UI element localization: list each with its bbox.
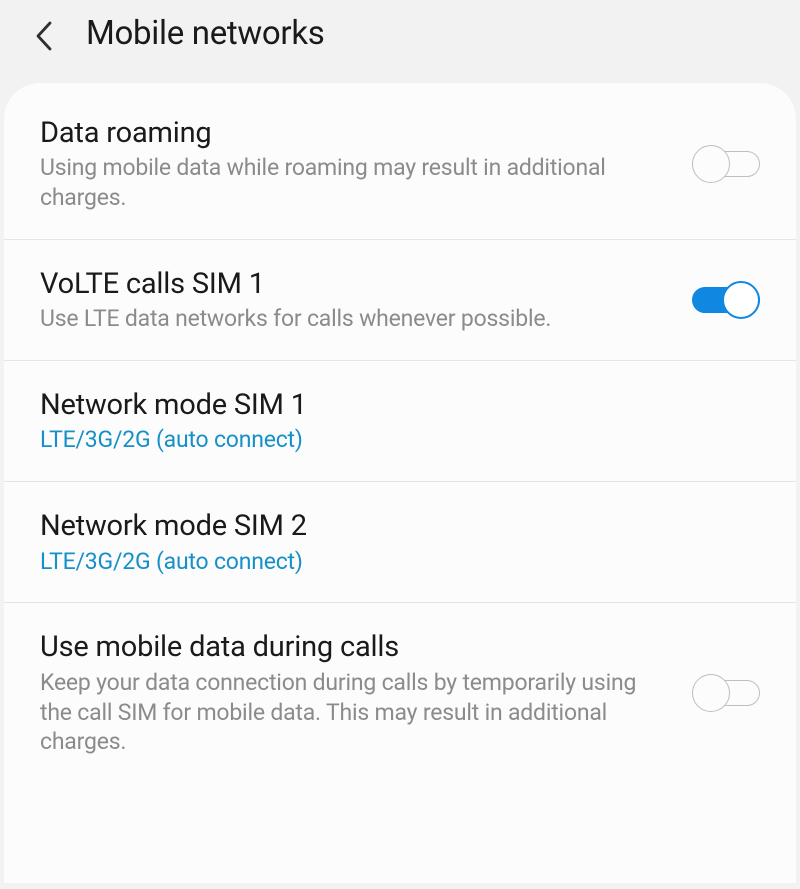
row-text: Use mobile data during calls Keep your d… xyxy=(40,629,672,757)
row-value: LTE/3G/2G (auto connect) xyxy=(40,425,760,455)
row-desc: Keep your data connection during calls b… xyxy=(40,668,672,758)
row-text: Network mode SIM 1 LTE/3G/2G (auto conne… xyxy=(40,387,760,455)
row-network-mode-sim1[interactable]: Network mode SIM 1 LTE/3G/2G (auto conne… xyxy=(4,361,796,482)
toggle-mobile-data-during-calls[interactable] xyxy=(692,674,760,712)
row-text: VoLTE calls SIM 1 Use LTE data networks … xyxy=(40,266,672,334)
toggle-data-roaming[interactable] xyxy=(692,145,760,183)
toggle-thumb xyxy=(692,674,730,712)
settings-card: Data roaming Using mobile data while roa… xyxy=(4,83,796,883)
row-value: LTE/3G/2G (auto connect) xyxy=(40,547,760,577)
page-title: Mobile networks xyxy=(86,14,324,53)
row-data-roaming[interactable]: Data roaming Using mobile data while roa… xyxy=(4,89,796,240)
row-mobile-data-during-calls[interactable]: Use mobile data during calls Keep your d… xyxy=(4,603,796,783)
app-header: Mobile networks xyxy=(0,0,800,83)
toggle-thumb xyxy=(692,145,730,183)
row-desc: Using mobile data while roaming may resu… xyxy=(40,153,672,213)
row-text: Data roaming Using mobile data while roa… xyxy=(40,115,672,213)
row-title: VoLTE calls SIM 1 xyxy=(40,266,672,302)
row-volte-sim1[interactable]: VoLTE calls SIM 1 Use LTE data networks … xyxy=(4,240,796,361)
row-network-mode-sim2[interactable]: Network mode SIM 2 LTE/3G/2G (auto conne… xyxy=(4,482,796,603)
toggle-volte-sim1[interactable] xyxy=(692,281,760,319)
row-title: Network mode SIM 1 xyxy=(40,387,760,423)
row-text: Network mode SIM 2 LTE/3G/2G (auto conne… xyxy=(40,508,760,576)
row-title: Use mobile data during calls xyxy=(40,629,672,665)
back-icon[interactable] xyxy=(30,21,60,51)
row-title: Network mode SIM 2 xyxy=(40,508,760,544)
toggle-thumb xyxy=(722,281,760,319)
row-desc: Use LTE data networks for calls whenever… xyxy=(40,304,672,334)
row-title: Data roaming xyxy=(40,115,672,151)
